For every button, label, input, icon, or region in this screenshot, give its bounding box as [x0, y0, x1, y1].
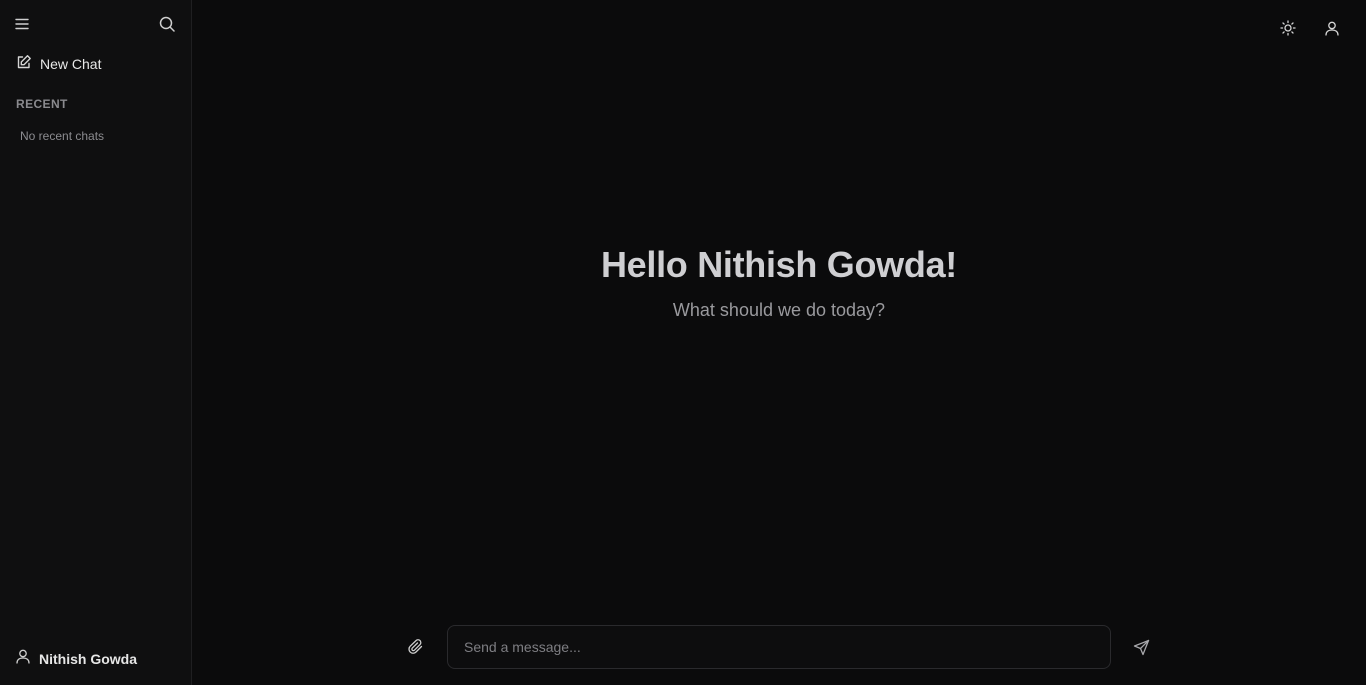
new-chat-label: New Chat: [40, 56, 102, 72]
greeting-subtitle: What should we do today?: [672, 300, 886, 320]
edit-icon: [16, 54, 32, 75]
user-icon[interactable]: [1320, 16, 1344, 40]
message-composer: [398, 625, 1159, 669]
user-name: Nithish Gowda: [39, 651, 137, 667]
greeting-title: Hello Nithish Gowda!: [600, 244, 957, 285]
send-icon[interactable]: [1123, 629, 1159, 665]
app-window: New Chat RECENT No recent chats Nithish …: [0, 0, 1366, 685]
sidebar-header: [10, 12, 179, 36]
paperclip-icon[interactable]: [398, 629, 434, 665]
new-chat-button[interactable]: New Chat: [16, 53, 101, 75]
sidebar-user-profile[interactable]: Nithish Gowda: [16, 649, 137, 669]
message-input[interactable]: [447, 625, 1111, 669]
recent-section-label: RECENT: [16, 97, 68, 111]
user-icon: [16, 649, 30, 669]
topbar-actions: [1276, 16, 1344, 40]
no-recent-chats-text: No recent chats: [20, 129, 105, 143]
search-icon[interactable]: [155, 12, 179, 36]
menu-icon[interactable]: [10, 12, 34, 36]
sidebar: New Chat RECENT No recent chats Nithish …: [0, 0, 192, 685]
greeting: Hello Nithish Gowda! What should we do t…: [192, 244, 1366, 321]
sun-icon[interactable]: [1276, 16, 1300, 40]
main-area: Hello Nithish Gowda! What should we do t…: [192, 0, 1366, 685]
